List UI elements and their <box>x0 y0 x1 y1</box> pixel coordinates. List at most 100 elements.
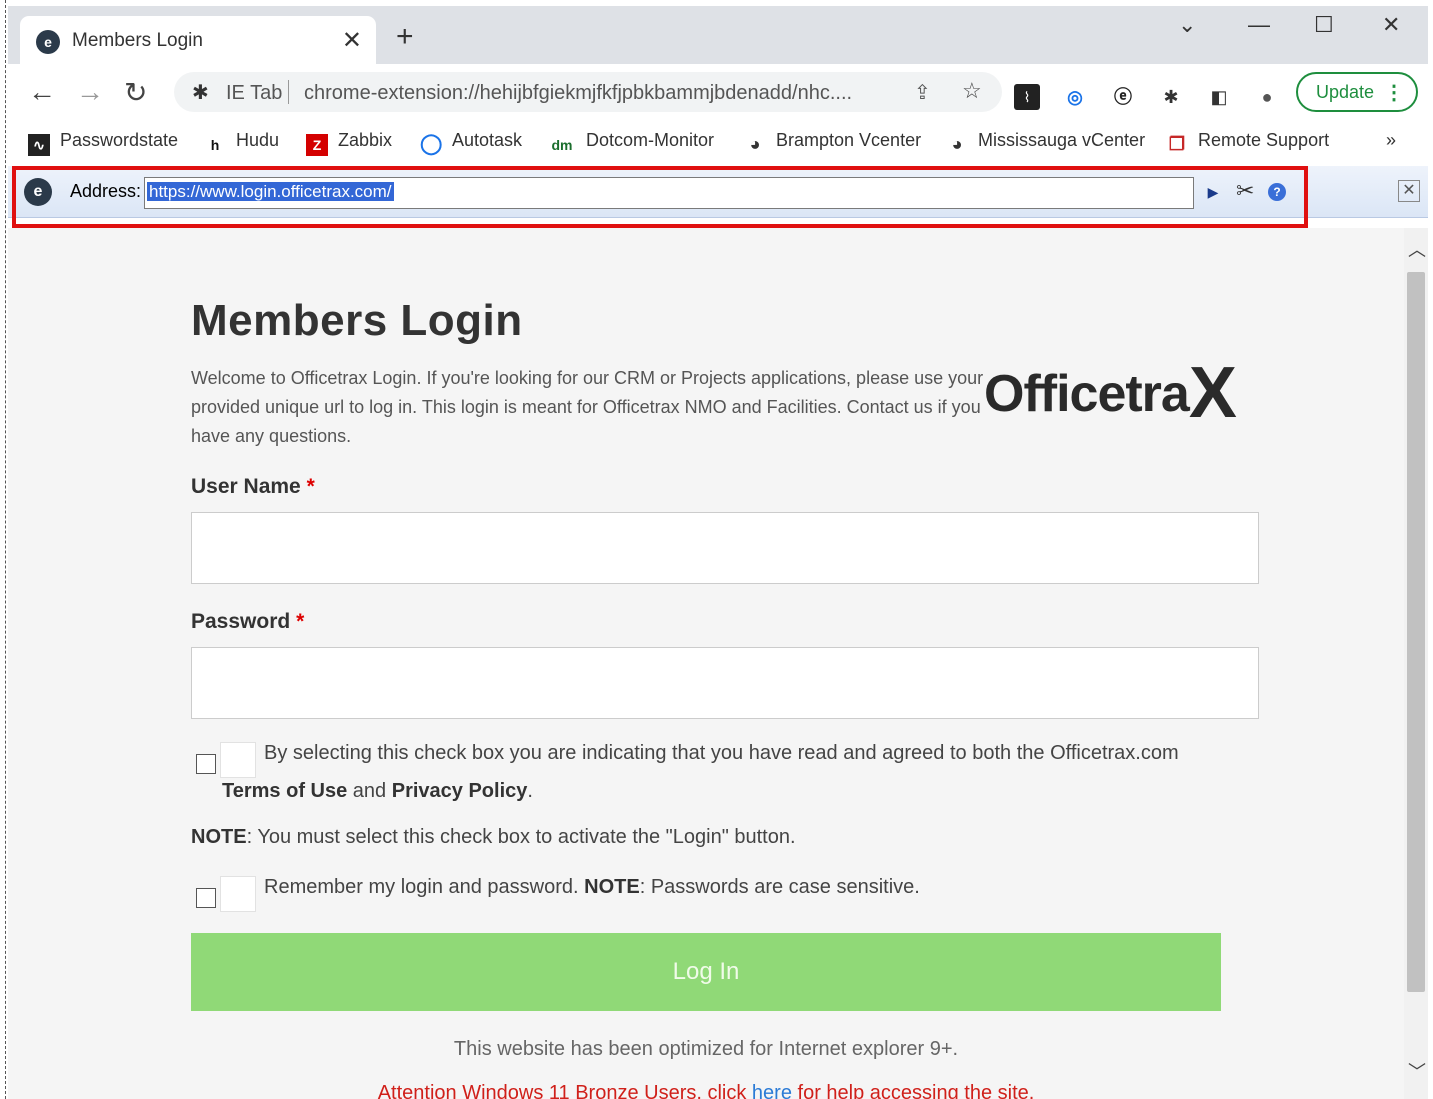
tab-search-icon[interactable]: ⌄ <box>1178 12 1196 38</box>
bookmark-label: Autotask <box>452 130 523 150</box>
close-window-icon[interactable]: ✕ <box>1382 12 1400 38</box>
bookmark-label: Zabbix <box>338 130 393 150</box>
share-icon[interactable]: ⇪ <box>914 80 931 105</box>
bookmark-autotask[interactable]: ◯ Autotask <box>420 130 522 155</box>
terms-links: Terms of Use and Privacy Policy. <box>222 780 533 803</box>
note-label: NOTE <box>191 826 247 848</box>
new-tab-button[interactable]: + <box>396 20 414 54</box>
terms-text: By selecting this check box you are indi… <box>264 742 1179 764</box>
passwordstate-icon: ∿ <box>28 134 50 156</box>
terms-checkbox[interactable] <box>196 754 216 774</box>
attention-text: Attention Windows 11 Bronze Users, click… <box>8 1082 1404 1099</box>
bookmark-star-icon[interactable]: ☆ <box>962 78 982 104</box>
required-mark: * <box>306 475 315 498</box>
minimize-icon[interactable]: — <box>1248 12 1270 38</box>
ie-tab-logo-icon: e <box>24 178 52 206</box>
welcome-text: Welcome to Officetrax Login. If you're l… <box>191 368 984 446</box>
officetrax-logo: OfficetraX <box>984 346 1237 433</box>
extensions-puzzle-icon[interactable]: ✱ <box>1158 84 1184 110</box>
bookmark-label: Passwordstate <box>60 130 179 150</box>
address-label: Address: <box>70 181 142 201</box>
side-panel-icon[interactable]: ◧ <box>1206 84 1232 110</box>
optimized-text: This website has been optimized for Inte… <box>453 1038 959 1060</box>
bookmarks-bar: ∿ Passwordstate h Hudu Z Zabbix ◯ Autotask d… <box>8 120 1428 162</box>
tab-title: Members Login <box>72 30 203 51</box>
tab-strip: e Members Login ✕ + ⌄ — ☐ ✕ <box>8 6 1428 64</box>
puzzle-icon: ✱ <box>192 82 209 104</box>
tab-close-icon[interactable]: ✕ <box>342 26 362 55</box>
period: . <box>527 780 533 802</box>
scroll-up-icon[interactable]: ︿ <box>1408 236 1426 262</box>
bookmark-label: Dotcom-Monitor <box>586 130 715 150</box>
omnibox-separator <box>288 80 289 104</box>
attention-prefix: Attention Windows 11 Bronze Users, click <box>377 1082 747 1099</box>
username-label: User Name * <box>191 475 315 499</box>
bookmark-hudu[interactable]: h Hudu <box>204 130 279 156</box>
close-bar-icon[interactable]: ✕ <box>1398 180 1420 202</box>
bookmark-brampton-vcenter[interactable]: ◕ Brampton Vcenter <box>744 130 922 155</box>
bookmark-label: Remote Support <box>1198 130 1330 150</box>
bookmark-passwordstate[interactable]: ∿ Passwordstate <box>28 130 178 156</box>
maximize-icon[interactable]: ☐ <box>1314 12 1334 38</box>
globe-icon: ◕ <box>749 134 761 154</box>
forward-arrow-icon[interactable]: → <box>76 76 104 108</box>
ietab-address-bar: e Address: https://www.login.officetrax.… <box>8 166 1428 218</box>
terms-checkbox-frame <box>220 742 256 778</box>
ietab-address-input[interactable]: https://www.login.officetrax.com/ <box>144 177 1194 209</box>
autotask-icon: ◯ <box>420 133 443 155</box>
hudu-icon: h <box>210 137 220 153</box>
remember-checkbox[interactable] <box>196 888 216 908</box>
tools-icon[interactable]: ✂ <box>1236 178 1254 204</box>
go-arrow-icon[interactable]: ▶ <box>1200 179 1226 205</box>
tab-members-login[interactable]: e Members Login ✕ <box>20 16 376 64</box>
page-content: Members Login Welcome to Officetrax Logi… <box>8 228 1404 1099</box>
reload-icon[interactable]: ↻ <box>124 76 147 109</box>
profile-avatar-icon[interactable]: ● <box>1254 84 1280 110</box>
bookmark-label: Mississauga vCenter <box>978 130 1146 150</box>
attention-suffix: for help accessing the site. <box>797 1082 1035 1099</box>
bookmark-dotcom-monitor[interactable]: dm Dotcom-Monitor <box>548 130 715 156</box>
scroll-thumb[interactable] <box>1407 272 1425 992</box>
activity-monitor-extension-icon[interactable]: ⌇ <box>1014 84 1040 110</box>
password-input[interactable] <box>191 647 1259 719</box>
update-label: Update <box>1316 82 1375 102</box>
blue-circle-extension-icon[interactable]: ◎ <box>1062 84 1088 110</box>
logo-text: Officetra <box>984 365 1190 423</box>
privacy-policy-link[interactable]: Privacy Policy <box>392 780 528 802</box>
bookmarks-more-icon[interactable]: » <box>1386 130 1396 151</box>
bookmark-mississauga-vcenter[interactable]: ◕ Mississauga vCenter <box>946 130 1146 155</box>
page-scrollbar[interactable]: ︿ ﹀ <box>1404 228 1428 1099</box>
bookmark-remote-support[interactable]: ❐ Remote Support <box>1166 130 1329 155</box>
logo-x: X <box>1188 353 1237 433</box>
remember-label: Remember my login and password. <box>264 876 579 898</box>
remember-checkbox-frame <box>220 876 256 912</box>
username-label-text: User Name <box>191 475 301 498</box>
and-text: and <box>352 780 387 802</box>
help-icon[interactable]: ? <box>1268 183 1286 201</box>
omnibox-url[interactable]: chrome-extension://hehijbfgiekmjfkfjpbkb… <box>304 82 852 105</box>
remote-support-icon: ❐ <box>1168 134 1186 154</box>
terms-of-use-link[interactable]: Terms of Use <box>222 780 347 802</box>
window-edge <box>0 0 6 1099</box>
omnibox[interactable]: ✱ IE Tab chrome-extension://hehijbfgiekm… <box>174 72 1002 112</box>
scroll-down-icon[interactable]: ﹀ <box>1408 1058 1426 1084</box>
remember-text: Remember my login and password. NOTE: Pa… <box>264 876 920 899</box>
dotcom-monitor-icon: dm <box>551 137 573 153</box>
login-button[interactable]: Log In <box>191 933 1221 1011</box>
menu-dots-icon[interactable]: ⋮ <box>1384 80 1404 105</box>
username-input[interactable] <box>191 512 1259 584</box>
browser-window: e Members Login ✕ + ⌄ — ☐ ✕ ← → ↻ ✱ IE T… <box>8 6 1428 1099</box>
password-label-text: Password <box>191 610 291 633</box>
help-here-link[interactable]: here <box>752 1082 792 1099</box>
back-arrow-icon[interactable]: ← <box>28 76 56 108</box>
remember-note-text: : Passwords are case sensitive. <box>639 876 920 898</box>
bookmark-label: Brampton Vcenter <box>776 130 922 150</box>
omnibox-extension-label: IE Tab <box>226 82 283 104</box>
required-mark: * <box>296 610 305 633</box>
checkbox-note: NOTE: You must select this check box to … <box>191 826 796 849</box>
ie-tab-extension-icon[interactable]: ⓔ <box>1110 84 1136 110</box>
update-button[interactable]: Update ⋮ <box>1296 72 1418 112</box>
bookmark-zabbix[interactable]: Z Zabbix <box>306 130 392 156</box>
zabbix-icon: Z <box>306 134 328 156</box>
ie-tab-favicon-icon: e <box>36 30 60 54</box>
